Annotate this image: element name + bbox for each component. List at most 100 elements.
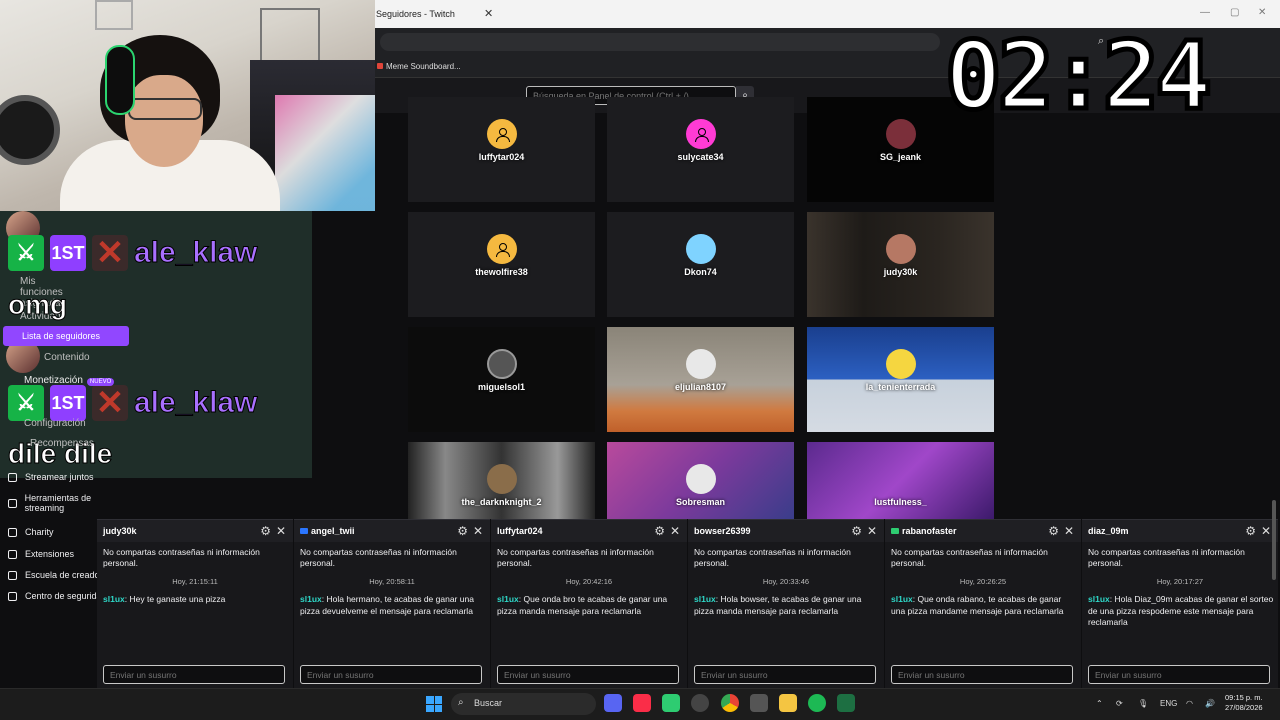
pc-case — [275, 95, 375, 211]
follower-card[interactable]: judy30k — [807, 212, 994, 317]
scrollbar[interactable] — [1272, 500, 1276, 580]
overlay-chat-line: ⚔ 1ST ✕ ale_klaw — [8, 234, 258, 272]
whisper-input[interactable] — [103, 665, 285, 684]
volume-icon[interactable]: 🔊 — [1205, 699, 1215, 708]
follower-card[interactable]: the_darknknight_2 — [408, 442, 595, 519]
close-icon[interactable]: ✕ — [1261, 524, 1271, 538]
gear-icon[interactable]: ⚙ — [1048, 524, 1059, 538]
whisper-username[interactable]: luffytar024 — [497, 526, 543, 536]
whisper-input[interactable] — [694, 665, 876, 684]
whisper-sender[interactable]: sl1ux — [103, 594, 125, 604]
sidebar-item-creator-school[interactable]: Escuela de creado — [8, 570, 100, 580]
file-explorer-icon[interactable] — [779, 694, 797, 712]
whisper-sender[interactable]: sl1ux — [497, 594, 519, 604]
whisper-timestamp: Hoy, 21:15:11 — [172, 577, 218, 586]
follower-card[interactable]: luffytar024 — [408, 97, 595, 202]
app-icon[interactable] — [750, 694, 768, 712]
close-icon[interactable]: ✕ — [867, 524, 877, 538]
whisper-header: angel_twii ⚙ ✕ — [294, 520, 490, 542]
follower-card[interactable]: Sobresman — [607, 442, 794, 519]
whisper-sender[interactable]: sl1ux — [694, 594, 716, 604]
follower-name: thewolfire38 — [475, 267, 528, 277]
sidebar-item-monetization[interactable]: Monetización NUEVO — [24, 375, 115, 386]
tag-icon — [891, 528, 899, 534]
follower-name: sulycate34 — [677, 152, 724, 162]
sidebar-item-charity[interactable]: Charity — [8, 527, 54, 537]
window-close-icon[interactable]: ✕ — [1258, 7, 1266, 18]
close-icon[interactable]: ✕ — [473, 524, 483, 538]
discord-icon[interactable] — [604, 694, 622, 712]
language-indicator[interactable]: ENG — [1160, 699, 1177, 708]
sync-icon[interactable]: ⟳ — [1116, 699, 1123, 708]
app-icon[interactable] — [662, 694, 680, 712]
tab-title[interactable]: Seguidores - Twitch — [376, 9, 455, 19]
whisper-warning: No compartas contraseñas ni información … — [1088, 547, 1245, 568]
excel-icon[interactable] — [837, 694, 855, 712]
tab-close-icon[interactable]: ✕ — [484, 7, 493, 20]
clock-date: 27/08/2026 — [1225, 703, 1263, 712]
sidebar-item-settings[interactable]: Configuración — [24, 418, 86, 429]
whisper-header: diaz_09m ⚙ ✕ — [1082, 520, 1278, 542]
sidebar-item-label: Charity — [25, 527, 54, 537]
sidebar-item-streaming-tools[interactable]: Herramientas de streaming — [8, 493, 128, 513]
sidebar-item-extensions[interactable]: Extensiones — [8, 549, 74, 559]
music-icon[interactable] — [633, 694, 651, 712]
whisper-input[interactable] — [891, 665, 1073, 684]
chrome-icon[interactable] — [721, 694, 739, 712]
wifi-icon[interactable]: ◠ — [1186, 699, 1193, 708]
follower-card[interactable]: thewolfire38 — [408, 212, 595, 317]
whisper-window: bowser26399 ⚙ ✕ No compartas contraseñas… — [688, 519, 884, 688]
tag-icon — [300, 528, 308, 534]
sidebar-item-followers[interactable]: Lista de seguidores — [3, 326, 129, 346]
sidebar-item-safety-center[interactable]: Centro de segurida — [8, 591, 102, 601]
whisper-sender[interactable]: sl1ux — [1088, 594, 1110, 604]
whisper-input[interactable] — [497, 665, 679, 684]
gear-icon[interactable]: ⚙ — [1245, 524, 1256, 538]
whisper-sender[interactable]: sl1ux — [300, 594, 322, 604]
taskbar-search[interactable]: Buscar — [451, 693, 596, 715]
person-icon — [686, 119, 716, 149]
gear-icon[interactable]: ⚙ — [260, 524, 271, 538]
whisper-input[interactable] — [1088, 665, 1270, 684]
whisper-username[interactable]: angel_twii — [300, 526, 355, 536]
close-icon[interactable]: ✕ — [670, 524, 680, 538]
system-clock[interactable]: 09:15 p. m. 27/08/2026 — [1225, 693, 1263, 713]
chevron-up-icon[interactable]: ⌃ — [1096, 699, 1103, 708]
gear-icon[interactable]: ⚙ — [851, 524, 862, 538]
follower-card[interactable]: la_tenienterrada — [807, 327, 994, 432]
bookmark-meme-soundboard[interactable]: Meme Soundboard... — [386, 62, 461, 71]
follower-card[interactable]: Dkon74 — [607, 212, 794, 317]
close-icon[interactable]: ✕ — [276, 524, 286, 538]
whisper-warning: No compartas contraseñas ni información … — [103, 547, 260, 568]
stream-together-icon — [8, 472, 17, 482]
whisper-sender[interactable]: sl1ux — [891, 594, 913, 604]
follower-card[interactable]: eljulian8107 — [607, 327, 794, 432]
whisper-username[interactable]: bowser26399 — [694, 526, 751, 536]
gear-icon[interactable]: ⚙ — [654, 524, 665, 538]
microphone-icon[interactable]: 🎙 — [1138, 699, 1148, 708]
follower-avatar — [686, 234, 716, 264]
sidebar-item-content[interactable]: Contenido — [44, 352, 90, 363]
gear-icon[interactable]: ⚙ — [457, 524, 468, 538]
spotify-icon[interactable] — [808, 694, 826, 712]
sidebar-item-stream-together[interactable]: Streamear juntos — [8, 472, 94, 482]
sidebar-item-rewards[interactable]: Recompensas — [30, 438, 94, 449]
whisper-username[interactable]: rabanofaster — [891, 526, 957, 536]
whisper-input[interactable] — [300, 665, 482, 684]
whisper-window: angel_twii ⚙ ✕ No compartas contraseñas … — [294, 519, 490, 688]
windows-start-icon[interactable] — [426, 696, 442, 712]
close-icon[interactable]: ✕ — [1064, 524, 1074, 538]
overlay-message: omg — [7, 289, 68, 321]
address-bar[interactable] — [380, 33, 940, 51]
obs-icon[interactable] — [691, 694, 709, 712]
follower-card[interactable]: miguelsol1 — [408, 327, 595, 432]
maximize-icon[interactable]: ▢ — [1230, 7, 1239, 18]
whisper-username[interactable]: diaz_09m — [1088, 526, 1129, 536]
follower-card[interactable]: lustfulness_ — [807, 442, 994, 519]
minimize-icon[interactable]: — — [1200, 7, 1210, 18]
follower-card[interactable]: sulycate34 — [607, 97, 794, 202]
whisper-username[interactable]: judy30k — [103, 526, 137, 536]
sidebar-item-label: Monetización — [24, 375, 83, 386]
whisper-message-text: Que onda bro te acabas de ganar una pizz… — [497, 594, 668, 616]
whisper-message: sl1ux: Hey te ganaste una pizza — [103, 594, 226, 604]
